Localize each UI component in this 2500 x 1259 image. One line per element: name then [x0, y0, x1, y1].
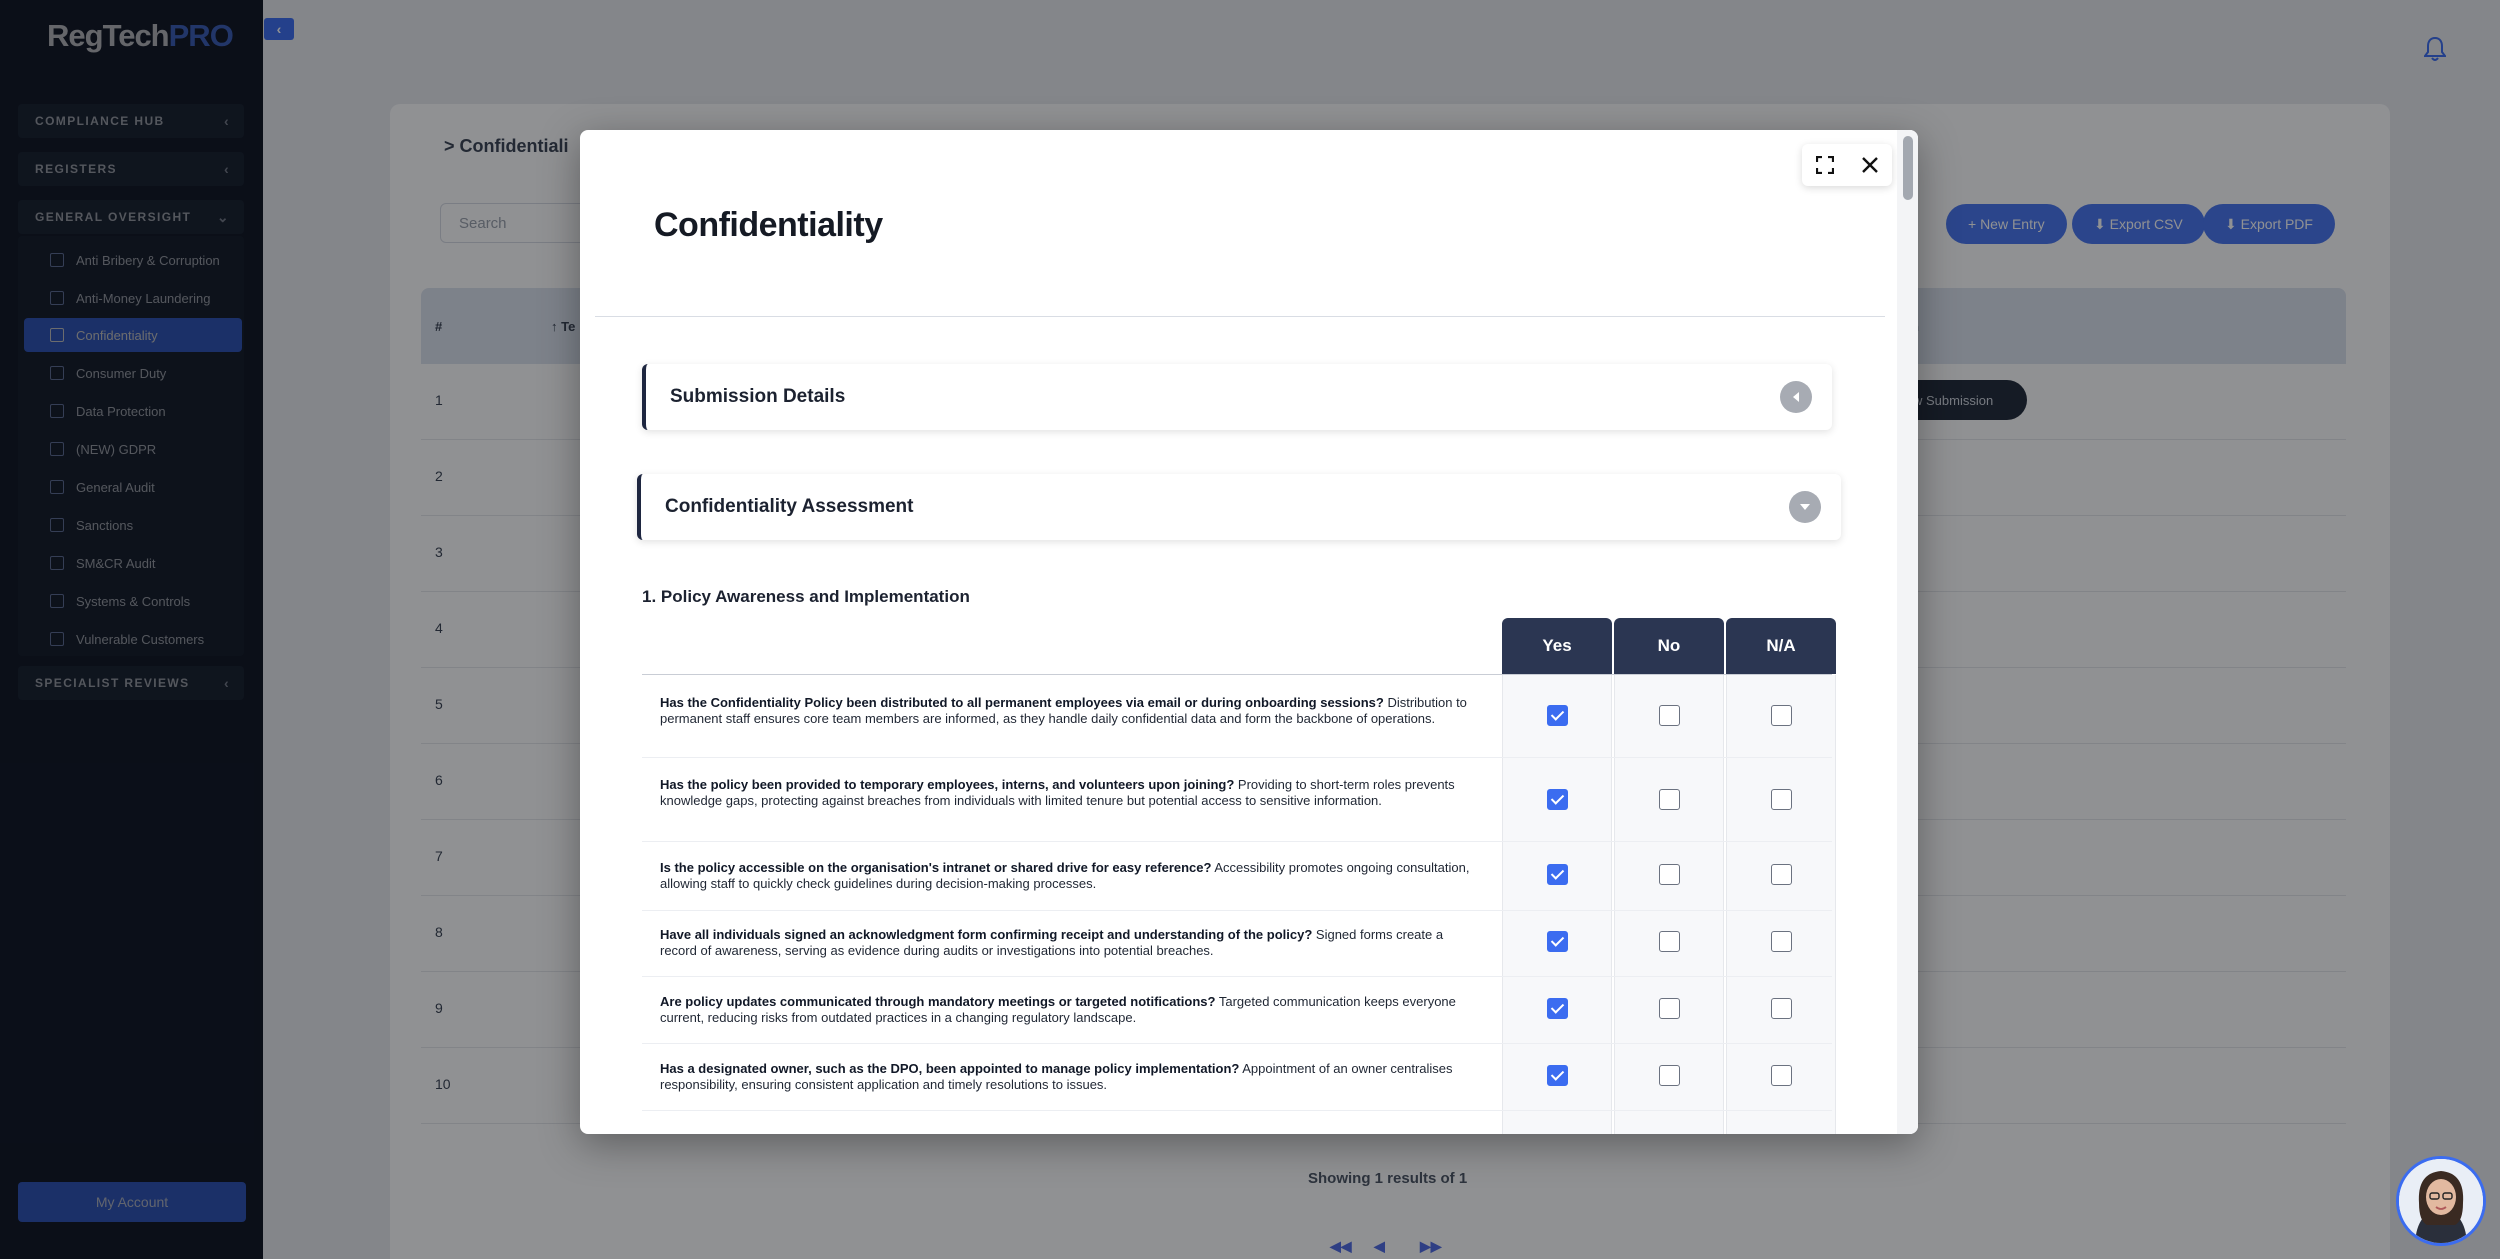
- answer-no-checkbox[interactable]: [1659, 864, 1680, 885]
- confidentiality-modal: Confidentiality Submission Details Confi…: [580, 130, 1918, 1134]
- answer-na-checkbox[interactable]: [1771, 789, 1792, 810]
- divider: [642, 1043, 1832, 1044]
- scrollbar-thumb[interactable]: [1903, 136, 1913, 200]
- divider: [642, 976, 1832, 977]
- answer-yes-checkbox[interactable]: [1547, 1065, 1568, 1086]
- sidebar-backdrop: [0, 0, 263, 1259]
- divider: [642, 910, 1832, 911]
- modal-title: Confidentiality: [654, 206, 883, 244]
- answer-no-checkbox[interactable]: [1659, 998, 1680, 1019]
- answer-na-checkbox[interactable]: [1771, 998, 1792, 1019]
- confidentiality-assessment-section[interactable]: Confidentiality Assessment: [637, 474, 1841, 540]
- question-text: Have all individuals signed an acknowled…: [660, 927, 1480, 958]
- answer-yes-checkbox[interactable]: [1547, 789, 1568, 810]
- answer-no-checkbox[interactable]: [1659, 931, 1680, 952]
- answer-no-checkbox[interactable]: [1659, 1065, 1680, 1086]
- question-title: Have all individuals signed an acknowled…: [660, 927, 1313, 942]
- section-label: Submission Details: [670, 386, 846, 407]
- submission-details-section[interactable]: Submission Details: [642, 364, 1832, 430]
- question-text: Is the policy accessible on the organisa…: [660, 860, 1480, 891]
- question-text: Has the policy been provided to temporar…: [660, 777, 1480, 808]
- expand-icon[interactable]: [1813, 153, 1837, 177]
- question-text: Are policy updates communicated through …: [660, 994, 1480, 1025]
- answer-na-checkbox[interactable]: [1771, 931, 1792, 952]
- answer-yes-checkbox[interactable]: [1547, 931, 1568, 952]
- answer-yes-checkbox[interactable]: [1547, 705, 1568, 726]
- question-title: Are policy updates communicated through …: [660, 994, 1216, 1009]
- caret-down-icon[interactable]: [1789, 491, 1821, 523]
- answer-na-checkbox[interactable]: [1771, 1065, 1792, 1086]
- question-title: Is the policy accessible on the organisa…: [660, 860, 1212, 875]
- close-icon[interactable]: [1858, 153, 1882, 177]
- caret-left-icon[interactable]: [1780, 381, 1812, 413]
- modal-scrollbar[interactable]: [1897, 130, 1918, 1134]
- column-header-yes: Yes: [1502, 618, 1612, 674]
- answer-yes-checkbox[interactable]: [1547, 864, 1568, 885]
- divider: [642, 841, 1832, 842]
- divider: [642, 1110, 1832, 1111]
- divider: [642, 757, 1832, 758]
- modal-controls: [1802, 144, 1892, 186]
- answer-na-checkbox[interactable]: [1771, 864, 1792, 885]
- question-text: Has a designated owner, such as the DPO,…: [660, 1061, 1480, 1092]
- question-title: Has the policy been provided to temporar…: [660, 777, 1235, 792]
- answer-na-checkbox[interactable]: [1771, 705, 1792, 726]
- divider: [595, 316, 1885, 317]
- question-group-heading: 1. Policy Awareness and Implementation: [642, 587, 970, 606]
- question-title: Has a designated owner, such as the DPO,…: [660, 1061, 1240, 1076]
- answer-no-checkbox[interactable]: [1659, 705, 1680, 726]
- column-header-na: N/A: [1726, 618, 1836, 674]
- assistant-avatar[interactable]: [2396, 1156, 2486, 1246]
- question-text: Has the Confidentiality Policy been dist…: [660, 695, 1480, 726]
- question-title: Has the Confidentiality Policy been dist…: [660, 695, 1384, 710]
- column-header-no: No: [1614, 618, 1724, 674]
- answer-yes-checkbox[interactable]: [1547, 998, 1568, 1019]
- section-label: Confidentiality Assessment: [665, 496, 914, 517]
- answer-no-checkbox[interactable]: [1659, 789, 1680, 810]
